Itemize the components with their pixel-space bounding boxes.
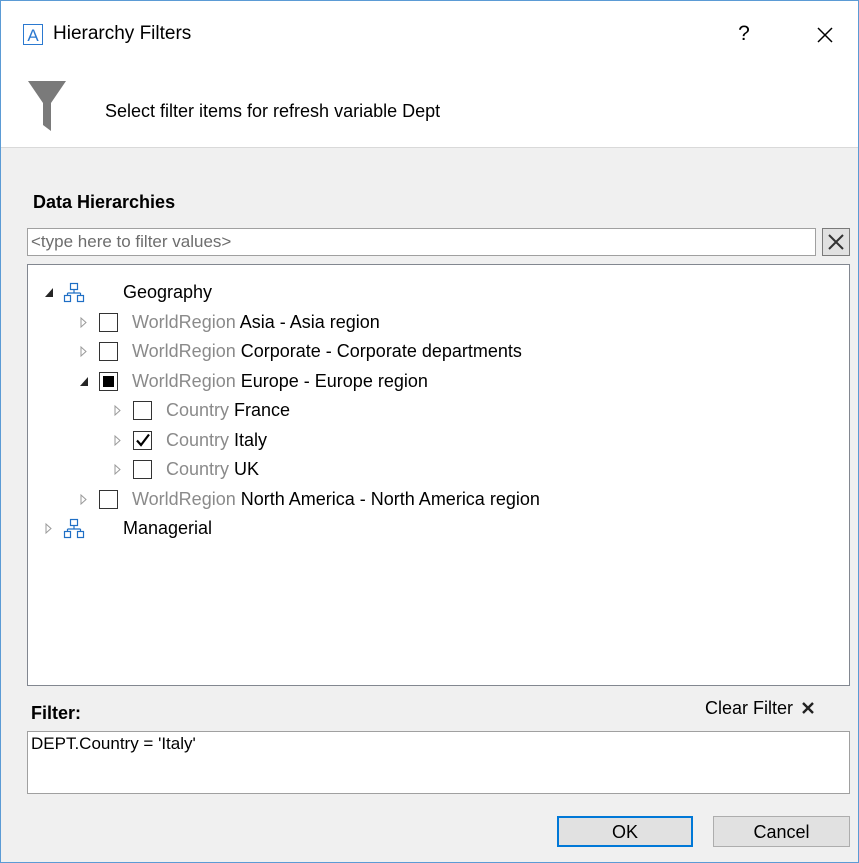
close-icon: [802, 702, 814, 714]
funnel-icon: [28, 81, 66, 131]
level-name: WorldRegion: [132, 488, 236, 509]
tree-node[interactable]: Country Italy: [28, 426, 828, 455]
member-name: Corporate - Corporate departments: [240, 341, 522, 361]
level-name: WorldRegion: [132, 370, 236, 391]
hierarchy-filters-dialog: A Hierarchy Filters ? Select filter item…: [0, 0, 859, 863]
expand-arrow-icon[interactable]: [112, 396, 124, 425]
clear-filter-label: Clear Filter: [705, 698, 794, 718]
dialog-header: Select filter items for refresh variable…: [1, 71, 858, 148]
tree-checkbox[interactable]: [133, 460, 152, 479]
level-name: WorldRegion: [132, 311, 236, 332]
data-hierarchies-label: Data Hierarchies: [33, 192, 176, 212]
expand-arrow-icon[interactable]: [112, 426, 124, 455]
member-name: UK: [234, 459, 260, 479]
tree-checkbox[interactable]: [133, 401, 152, 420]
tree-node[interactable]: Geography: [28, 278, 828, 307]
clear-search-button[interactable]: [822, 228, 850, 256]
ok-button[interactable]: OK: [557, 816, 693, 847]
hierarchy-icon: [63, 282, 85, 303]
window-title: Hierarchy Filters: [53, 23, 192, 44]
tree-checkbox[interactable]: [99, 312, 118, 332]
tree-node-label: Managerial: [123, 514, 212, 543]
member-name: North America - North America region: [240, 488, 540, 509]
tree-node-label: WorldRegion North America - North Americ…: [132, 485, 540, 514]
tree-node-label: WorldRegion Europe - Europe region: [132, 367, 428, 396]
tree-checkbox[interactable]: [99, 371, 118, 391]
tree-node-label: Country Italy: [166, 426, 267, 455]
member-name: Geography: [123, 282, 213, 302]
hierarchy-tree: Geography WorldRegion Asia - Asia region W…: [27, 264, 850, 686]
member-name: Italy: [234, 429, 268, 450]
level-name: Country: [166, 459, 230, 479]
member-name: France: [234, 400, 291, 420]
hierarchy-icon: [63, 518, 85, 539]
clear-filter-button[interactable]: Clear Filter: [705, 698, 815, 719]
filter-label: Filter:: [31, 703, 82, 723]
collapse-arrow-icon[interactable]: [43, 278, 55, 307]
expand-arrow-icon[interactable]: [78, 337, 90, 366]
tree-node[interactable]: WorldRegion North America - North Americ…: [28, 485, 828, 514]
tree-checkbox[interactable]: [99, 489, 118, 509]
level-name: WorldRegion: [132, 341, 236, 361]
expand-arrow-icon[interactable]: [78, 308, 90, 337]
level-name: Country: [166, 429, 230, 450]
tree-node[interactable]: Country UK: [28, 455, 828, 484]
tree-node[interactable]: WorldRegion Corporate - Corporate depart…: [28, 337, 828, 366]
tree-node[interactable]: WorldRegion Asia - Asia region: [28, 308, 828, 337]
tree-checkbox[interactable]: [99, 342, 118, 361]
dialog-description: Select filter items for refresh variable…: [105, 101, 441, 121]
expand-arrow-icon[interactable]: [112, 455, 124, 484]
filter-expression-field[interactable]: DEPT.Country = 'Italy': [27, 731, 850, 794]
help-button[interactable]: ?: [729, 19, 759, 49]
member-name: Europe - Europe region: [240, 370, 428, 391]
expand-arrow-icon[interactable]: [43, 514, 55, 543]
expand-arrow-icon[interactable]: [78, 485, 90, 514]
close-button[interactable]: [809, 19, 841, 51]
tree-node[interactable]: Country France: [28, 396, 828, 425]
level-name: Country: [166, 400, 230, 420]
tree-node-label: WorldRegion Asia - Asia region: [132, 308, 380, 337]
tree-node-label: WorldRegion Corporate - Corporate depart…: [132, 337, 522, 366]
cancel-button[interactable]: Cancel: [713, 816, 850, 847]
close-icon: [817, 27, 833, 43]
tree-node-label: Geography: [123, 278, 212, 307]
member-name: Asia - Asia region: [239, 311, 380, 332]
tree-node[interactable]: Managerial: [28, 514, 828, 543]
app-icon: A: [23, 24, 43, 45]
tree-checkbox[interactable]: [133, 430, 152, 450]
tree-node-label: Country France: [166, 396, 290, 425]
tree-node[interactable]: WorldRegion Europe - Europe region: [28, 367, 828, 396]
title-bar: A Hierarchy Filters ?: [1, 1, 858, 71]
member-name: Managerial: [123, 518, 213, 538]
clear-icon: [828, 234, 844, 250]
checkmark-icon: [136, 433, 150, 447]
hierarchy-search-input[interactable]: [27, 228, 816, 256]
collapse-arrow-icon[interactable]: [78, 367, 90, 396]
tree-node-label: Country UK: [166, 455, 259, 484]
